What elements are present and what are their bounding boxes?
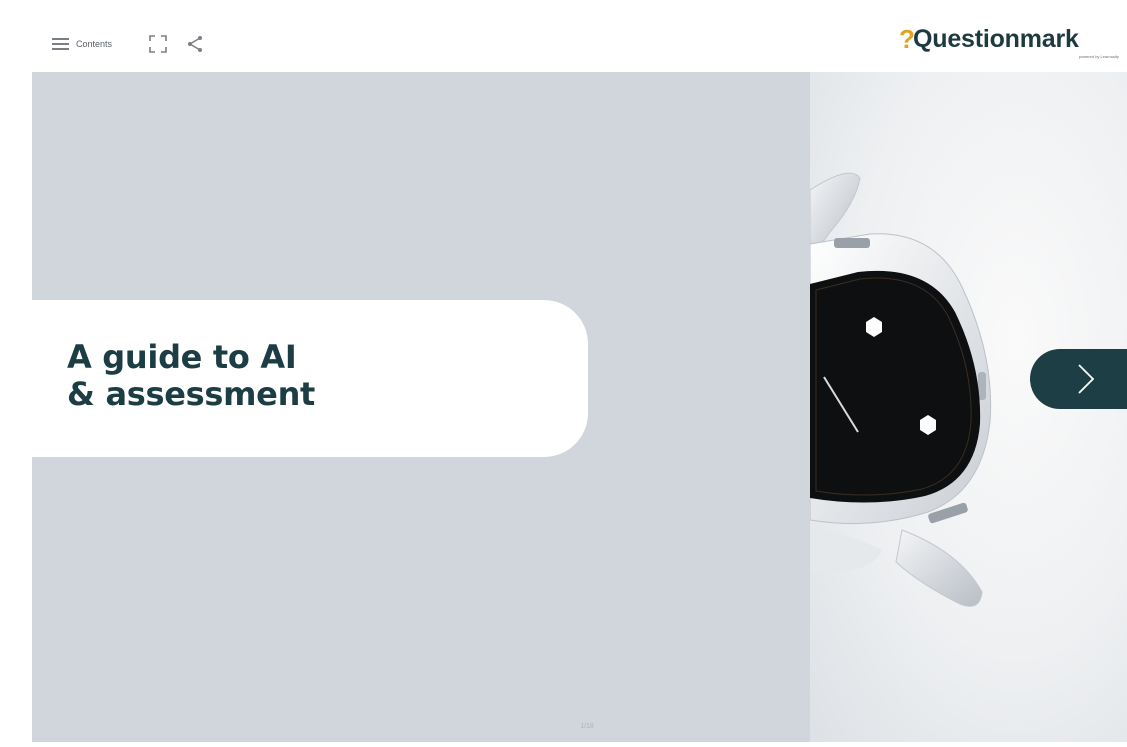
slide-left-panel: A guide to AI & assessment 1/18	[32, 72, 810, 742]
logo-wordmark: Questionmark	[913, 25, 1079, 53]
contents-button[interactable]: Contents	[52, 34, 112, 54]
share-button[interactable]	[185, 34, 205, 54]
share-icon	[188, 36, 202, 52]
fullscreen-button[interactable]	[149, 35, 167, 53]
slide-title-line-1: A guide to AI	[67, 338, 297, 376]
contents-label: Contents	[76, 39, 113, 49]
hamburger-menu-icon	[52, 38, 69, 50]
logo-tagline: powered by Learnosity	[1078, 54, 1119, 59]
flipbook-viewer: Contents ? Questionmark powered by Learn…	[32, 14, 1127, 747]
next-page-button[interactable]	[1030, 349, 1127, 409]
chevron-right-icon	[1078, 364, 1095, 394]
questionmark-logo: ? Questionmark powered by Learnosity	[891, 24, 1121, 66]
page-indicator: 1/18	[580, 723, 594, 730]
fullscreen-icon	[149, 35, 167, 53]
slide-title-line-2: & assessment	[67, 375, 316, 413]
toolbar: Contents ? Questionmark powered by Learn…	[32, 14, 1127, 72]
slide: A guide to AI & assessment 1/18	[32, 72, 1127, 742]
title-card: A guide to AI & assessment	[32, 300, 588, 457]
